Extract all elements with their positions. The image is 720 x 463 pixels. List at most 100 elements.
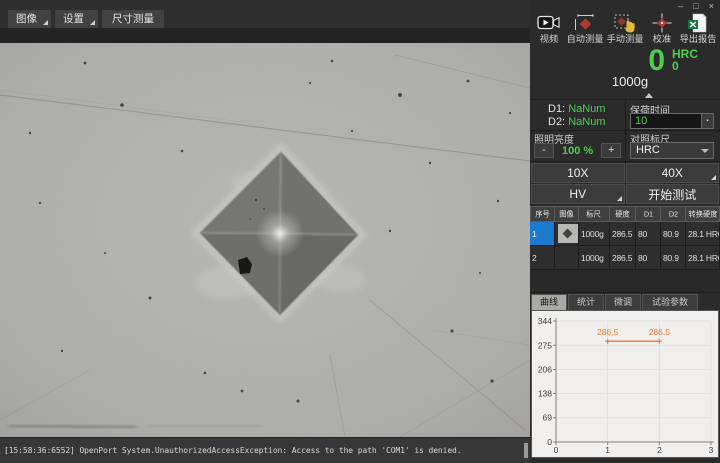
triangle-up-icon [645,93,653,98]
status-bar: [15:58:36:6552] OpenPort System.Unauthor… [0,437,530,463]
auto-measure-label: 自动测量 [567,34,604,46]
svg-text:0: 0 [547,437,552,447]
micrograph-image [0,43,530,437]
svg-text:69: 69 [543,413,553,423]
bottom-tabbar: 曲线 统计 微调 试验参数 [531,293,719,310]
hardness-display: 0 HRC 0 1000g [530,47,720,99]
table-header-row: 序号 图像 标尺 硬度 D1 D2 转换硬度 [530,206,720,222]
app-window: 图像 设置 尺寸测量 [0,0,720,463]
dropdown-corner-icon [90,20,95,25]
cell-scale: 1000g [579,222,610,246]
auto-measure-icon [573,13,597,33]
spinner-button[interactable]: ▪ [701,114,713,128]
cell-no: 2 [530,246,555,270]
cell-hardness: 286.5 [610,246,636,270]
auto-measure-button[interactable]: 自动测量 [565,13,605,49]
dropdown-corner-icon [711,175,716,180]
ref-scale-dropdown[interactable]: HRC [630,142,714,159]
dropdown-corner-icon [43,20,48,25]
tab-settings[interactable]: 设置 [55,10,98,28]
top-tabbar: 图像 设置 尺寸测量 [0,0,530,28]
svg-text:286.5: 286.5 [649,327,671,337]
hold-time-input[interactable]: 10 ▪ [630,113,714,129]
cell-scale: 1000g [579,246,610,270]
scrollbar-thumb[interactable] [524,443,528,458]
d2-label: D2: [548,116,565,128]
results-table: 序号 图像 标尺 硬度 D1 D2 转换硬度 1 1000g 286.5 80 … [530,206,720,293]
cell-image [555,246,579,270]
tab-image-label: 图像 [16,13,37,25]
parameters-panel: D1: NaNum D2: NaNum 保荷时间 10 ▪ 照明亮度 - 100… [530,99,720,162]
table-row[interactable]: 1 1000g 286.5 80 80.9 28.1 HRC [530,222,720,246]
tab-test-parameters[interactable]: 试验参数 [642,294,698,310]
cell-image [555,222,579,246]
brightness-plus-button[interactable]: + [601,143,621,158]
svg-text:3: 3 [709,445,714,455]
cell-d1: 80 [636,246,661,270]
video-camera-icon [537,13,561,33]
tab-dimension-label: 尺寸测量 [112,13,154,25]
tab-image[interactable]: 图像 [8,10,51,28]
cell-converted: 28.1 HRC [686,246,720,270]
diamond-icon [563,229,573,239]
brightness-value: 100 % [562,145,593,157]
d1-label: D1: [548,103,565,115]
svg-text:206: 206 [538,365,552,375]
hand-cursor-icon [626,21,635,33]
status-text: [15:58:36:6552] OpenPort System.Unauthor… [4,446,462,455]
hardness-secondary-value: 0 [672,60,698,72]
manual-measure-icon [613,13,637,33]
manual-measure-label: 手动测量 [607,34,644,46]
maximize-button[interactable]: □ [693,0,698,13]
video-label: 视频 [539,34,557,46]
objective-40x-button[interactable]: 40X [626,163,720,183]
svg-text:286.5: 286.5 [597,327,619,337]
control-panel: – □ × 视频 自动测量 [530,0,720,463]
test-load-value: 1000g [570,74,690,89]
objective-10x-button[interactable]: 10X [531,163,625,183]
indent-thumbnail[interactable] [558,224,578,243]
svg-text:138: 138 [538,388,552,398]
svg-text:0: 0 [554,445,559,455]
svg-text:1: 1 [605,445,610,455]
tab-statistics[interactable]: 统计 [568,294,604,310]
objective-buttons: 10X 40X HV 开始测试 [531,163,719,204]
calibrate-icon [650,13,674,33]
cell-d1: 80 [636,222,661,246]
table-empty-row [530,270,720,293]
hardness-main-value: 0 [648,48,665,74]
tab-fine-tune[interactable]: 微调 [605,294,641,310]
chart-canvas: 0 69 138 206 275 344 0 1 2 3 286.5 286.5 [532,311,718,457]
d2-value: NaNum [568,116,605,128]
minimize-button[interactable]: – [678,0,683,13]
svg-text:344: 344 [538,316,552,326]
start-test-button[interactable]: 开始测试 [626,184,720,204]
d1-value: NaNum [568,103,605,115]
toolbar: 视频 自动测量 [530,13,720,49]
hardness-curve-chart: 0 69 138 206 275 344 0 1 2 3 286.5 286.5 [531,310,719,458]
cell-no: 1 [530,222,555,246]
window-controls: – □ × [678,0,714,13]
video-button[interactable]: 视频 [532,13,565,49]
image-viewport[interactable] [0,28,530,437]
dropdown-corner-icon [617,196,622,201]
hold-time-value: 10 [631,115,701,127]
svg-text:2: 2 [657,445,662,455]
table-row[interactable]: 2 1000g 286.5 80 80.9 28.1 HRC [530,246,720,270]
excel-export-icon [686,13,710,33]
brightness-minus-button[interactable]: - [534,143,554,158]
cell-converted: 28.1 HRC [686,222,720,246]
tab-settings-label: 设置 [63,13,84,25]
mode-hv-button[interactable]: HV [531,184,625,204]
close-button[interactable]: × [709,0,714,13]
ref-scale-value: HRC [636,144,660,156]
export-report-label: 导出报告 [680,34,717,46]
cell-hardness: 286.5 [610,222,636,246]
chevron-down-icon [701,149,709,153]
tab-curve[interactable]: 曲线 [531,294,567,310]
svg-text:275: 275 [538,340,552,350]
cell-d2: 80.9 [661,246,686,270]
export-report-button[interactable]: 导出报告 [678,13,718,49]
manual-measure-button[interactable]: 手动测量 [605,13,645,49]
tab-dimension-measure[interactable]: 尺寸测量 [102,10,164,28]
